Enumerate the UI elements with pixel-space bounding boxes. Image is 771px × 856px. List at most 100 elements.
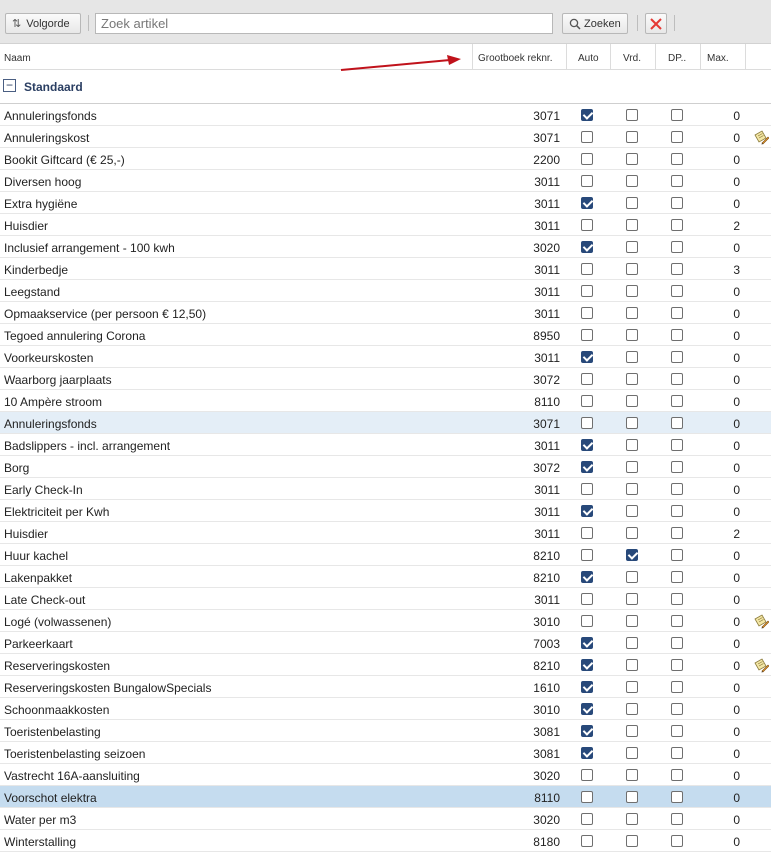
dp-checkbox[interactable] xyxy=(671,835,683,847)
dp-checkbox[interactable] xyxy=(671,351,683,363)
table-row[interactable]: Tegoed annulering Corona 8950 0 xyxy=(0,324,771,346)
auto-checkbox[interactable] xyxy=(581,483,593,495)
vrd-checkbox[interactable] xyxy=(626,417,638,429)
vrd-checkbox[interactable] xyxy=(626,659,638,671)
table-row[interactable]: Borg 3072 0 xyxy=(0,456,771,478)
table-row[interactable]: Inclusief arrangement - 100 kwh 3020 0 xyxy=(0,236,771,258)
vrd-checkbox[interactable] xyxy=(626,769,638,781)
auto-checkbox[interactable] xyxy=(581,109,593,121)
auto-checkbox[interactable] xyxy=(581,395,593,407)
dp-checkbox[interactable] xyxy=(671,241,683,253)
dp-checkbox[interactable] xyxy=(671,527,683,539)
dp-checkbox[interactable] xyxy=(671,725,683,737)
vrd-checkbox[interactable] xyxy=(626,395,638,407)
dp-checkbox[interactable] xyxy=(671,549,683,561)
auto-checkbox[interactable] xyxy=(581,439,593,451)
collapse-minus-icon[interactable]: − xyxy=(3,79,16,92)
edit-note-icon[interactable] xyxy=(753,657,769,673)
table-row[interactable]: Huisdier 3011 2 xyxy=(0,214,771,236)
dp-checkbox[interactable] xyxy=(671,461,683,473)
auto-checkbox[interactable] xyxy=(581,285,593,297)
table-row[interactable]: Early Check-In 3011 0 xyxy=(0,478,771,500)
auto-checkbox[interactable] xyxy=(581,461,593,473)
sort-button[interactable]: ⇅ Volgorde xyxy=(5,13,81,34)
vrd-checkbox[interactable] xyxy=(626,329,638,341)
auto-checkbox[interactable] xyxy=(581,725,593,737)
dp-checkbox[interactable] xyxy=(671,769,683,781)
table-row[interactable]: Elektriciteit per Kwh 3011 0 xyxy=(0,500,771,522)
auto-checkbox[interactable] xyxy=(581,549,593,561)
column-header-dp[interactable]: DP.. xyxy=(668,53,686,64)
dp-checkbox[interactable] xyxy=(671,219,683,231)
vrd-checkbox[interactable] xyxy=(626,109,638,121)
auto-checkbox[interactable] xyxy=(581,593,593,605)
dp-checkbox[interactable] xyxy=(671,285,683,297)
vrd-checkbox[interactable] xyxy=(626,615,638,627)
dp-checkbox[interactable] xyxy=(671,637,683,649)
dp-checkbox[interactable] xyxy=(671,131,683,143)
dp-checkbox[interactable] xyxy=(671,505,683,517)
table-row[interactable]: 10 Ampère stroom 8110 0 xyxy=(0,390,771,412)
dp-checkbox[interactable] xyxy=(671,329,683,341)
dp-checkbox[interactable] xyxy=(671,395,683,407)
auto-checkbox[interactable] xyxy=(581,351,593,363)
table-row[interactable]: Annuleringskost 3071 0 xyxy=(0,126,771,148)
table-row[interactable]: Winterstalling 8180 0 xyxy=(0,830,771,852)
table-row[interactable]: Toeristenbelasting seizoen 3081 0 xyxy=(0,742,771,764)
auto-checkbox[interactable] xyxy=(581,417,593,429)
dp-checkbox[interactable] xyxy=(671,659,683,671)
vrd-checkbox[interactable] xyxy=(626,307,638,319)
dp-checkbox[interactable] xyxy=(671,791,683,803)
auto-checkbox[interactable] xyxy=(581,835,593,847)
dp-checkbox[interactable] xyxy=(671,197,683,209)
vrd-checkbox[interactable] xyxy=(626,351,638,363)
table-row[interactable]: Bookit Giftcard (€ 25,-) 2200 0 xyxy=(0,148,771,170)
table-row[interactable]: Huisdier 3011 2 xyxy=(0,522,771,544)
dp-checkbox[interactable] xyxy=(671,175,683,187)
vrd-checkbox[interactable] xyxy=(626,527,638,539)
auto-checkbox[interactable] xyxy=(581,659,593,671)
auto-checkbox[interactable] xyxy=(581,307,593,319)
table-row[interactable]: Schoonmaakkosten 3010 0 xyxy=(0,698,771,720)
dp-checkbox[interactable] xyxy=(671,307,683,319)
vrd-checkbox[interactable] xyxy=(626,219,638,231)
vrd-checkbox[interactable] xyxy=(626,549,638,561)
table-row[interactable]: Waarborg jaarplaats 3072 0 xyxy=(0,368,771,390)
table-row[interactable]: Logé (volwassenen) 3010 0 xyxy=(0,610,771,632)
dp-checkbox[interactable] xyxy=(671,593,683,605)
auto-checkbox[interactable] xyxy=(581,175,593,187)
table-row[interactable]: Leegstand 3011 0 xyxy=(0,280,771,302)
search-input[interactable] xyxy=(95,13,553,34)
table-row[interactable]: Annuleringsfonds 3071 0 xyxy=(0,104,771,126)
auto-checkbox[interactable] xyxy=(581,681,593,693)
dp-checkbox[interactable] xyxy=(671,153,683,165)
vrd-checkbox[interactable] xyxy=(626,461,638,473)
search-button[interactable]: Zoeken xyxy=(562,13,628,34)
auto-checkbox[interactable] xyxy=(581,131,593,143)
table-row[interactable]: Diversen hoog 3011 0 xyxy=(0,170,771,192)
dp-checkbox[interactable] xyxy=(671,681,683,693)
vrd-checkbox[interactable] xyxy=(626,571,638,583)
table-row[interactable]: Late Check-out 3011 0 xyxy=(0,588,771,610)
auto-checkbox[interactable] xyxy=(581,615,593,627)
column-header-auto[interactable]: Auto xyxy=(578,53,599,64)
vrd-checkbox[interactable] xyxy=(626,197,638,209)
dp-checkbox[interactable] xyxy=(671,373,683,385)
vrd-checkbox[interactable] xyxy=(626,505,638,517)
vrd-checkbox[interactable] xyxy=(626,241,638,253)
dp-checkbox[interactable] xyxy=(671,747,683,759)
table-row[interactable]: Lakenpakket 8210 0 xyxy=(0,566,771,588)
table-row[interactable]: Toeristenbelasting 3081 0 xyxy=(0,720,771,742)
table-row[interactable]: Opmaakservice (per persoon € 12,50) 3011 0 xyxy=(0,302,771,324)
table-row[interactable]: Water per m3 3020 0 xyxy=(0,808,771,830)
dp-checkbox[interactable] xyxy=(671,263,683,275)
vrd-checkbox[interactable] xyxy=(626,373,638,385)
vrd-checkbox[interactable] xyxy=(626,791,638,803)
vrd-checkbox[interactable] xyxy=(626,703,638,715)
auto-checkbox[interactable] xyxy=(581,263,593,275)
dp-checkbox[interactable] xyxy=(671,483,683,495)
auto-checkbox[interactable] xyxy=(581,153,593,165)
auto-checkbox[interactable] xyxy=(581,219,593,231)
dp-checkbox[interactable] xyxy=(671,109,683,121)
dp-checkbox[interactable] xyxy=(671,813,683,825)
